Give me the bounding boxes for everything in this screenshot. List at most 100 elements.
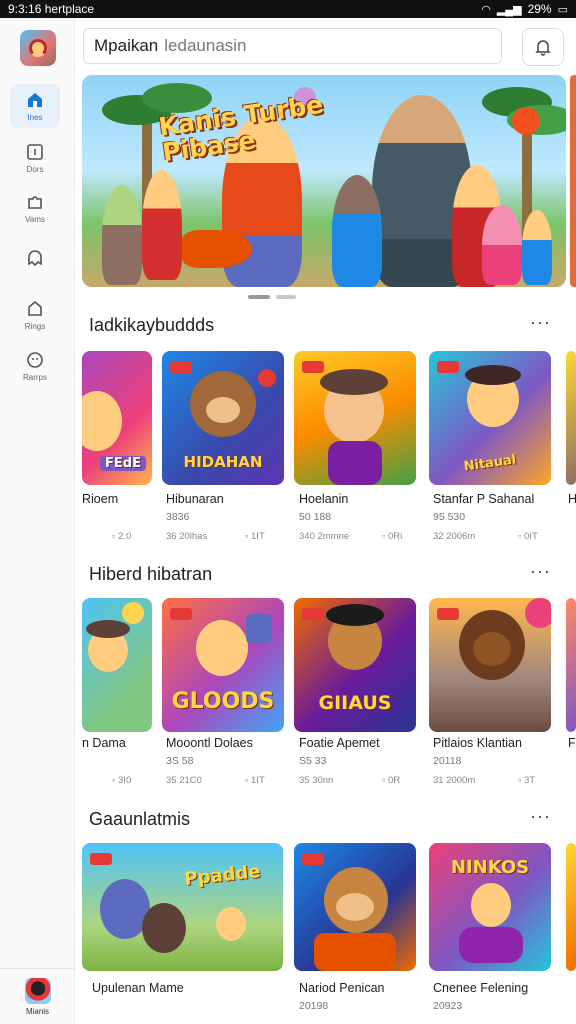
sidebar-item-rings[interactable]: Rings [10, 293, 60, 337]
card-label: GLOODS [171, 689, 275, 714]
game-meta-text: 3I0 [118, 775, 132, 786]
search-query: Mpaikan [94, 36, 159, 55]
bag-icon [28, 300, 42, 316]
game-card[interactable] [566, 843, 576, 971]
game-meta: ▫ 0IT [518, 531, 538, 542]
carousel-dot[interactable] [276, 295, 296, 299]
profile-label: Mianis [25, 1006, 50, 1016]
game-card[interactable] [294, 843, 416, 971]
app-logo[interactable] [20, 30, 56, 66]
game-card[interactable]: GLOODS [162, 598, 284, 732]
sidebar-item-label: Rarrps [22, 373, 47, 382]
game-title: Rioem [82, 492, 119, 506]
card-label: NINKOS [450, 857, 530, 878]
game-card[interactable]: FEdE [82, 351, 152, 485]
wifi-icon: ◠ [481, 3, 491, 16]
game-meta-text: 1IT [251, 775, 265, 786]
sidebar-item-dors[interactable]: Dors [10, 136, 60, 180]
section-title: Hiberd hibatran [89, 564, 213, 584]
game-subtitle: 95 530 [433, 511, 466, 523]
game-subtitle: 3836 [166, 511, 190, 523]
bell-icon [535, 40, 551, 56]
card-label: Nitaual [462, 452, 518, 475]
game-meta-text: 0Ri [388, 531, 403, 542]
hero-next-preview[interactable] [570, 75, 576, 287]
game-title: Cnenee Felening [433, 981, 529, 995]
game-meta: 36 20lhas [166, 531, 208, 542]
game-subtitle: 20118 [433, 755, 462, 767]
more-options-button[interactable]: ··· [530, 806, 551, 827]
game-card[interactable]: HIDAHAN [162, 351, 284, 485]
sidebar-item-ghost[interactable] [10, 236, 60, 280]
game-meta-text: 0IT [524, 531, 538, 542]
game-meta-text: 0R [388, 775, 401, 786]
game-title: Foatie Apemet [299, 736, 380, 750]
game-title: Mooontl Dolaes [166, 736, 253, 750]
puzzle-icon [28, 196, 42, 209]
game-meta-text: 3T [524, 775, 536, 786]
section-title: Iadkikaybuddds [89, 315, 215, 335]
sidebar-item-home[interactable]: Ines [10, 84, 60, 128]
battery-icon: ▭ [557, 3, 568, 16]
game-card[interactable]: Nitaual [429, 351, 551, 485]
section-title: Gaaunlatmis [89, 809, 191, 829]
game-meta: ▫ 1IT [245, 775, 265, 786]
game-card[interactable]: GIIAUS [294, 598, 416, 732]
notifications-button[interactable] [522, 28, 564, 66]
status-bar: 9:3:16 hertplace ◠ ▂▄▆ 29% ▭ [0, 0, 576, 18]
game-card[interactable] [294, 351, 416, 485]
game-title: H [568, 492, 576, 506]
signal-icon: ▂▄▆ [496, 3, 522, 16]
game-meta: ▫ 2.0 [112, 531, 131, 542]
game-title: Pitlaios Klantian [433, 736, 522, 750]
game-subtitle: 20198 [299, 1000, 329, 1012]
sidebar-item-vams[interactable]: Vams [10, 186, 60, 230]
status-carrier: hertplace [44, 2, 95, 16]
search-input[interactable]: Mpaikan ledaunasin [83, 28, 502, 64]
sidebar-item-label: Vams [25, 215, 45, 224]
game-card[interactable] [82, 598, 152, 732]
game-meta: ▫ 3T [518, 775, 535, 786]
game-title: Hibunaran [166, 492, 224, 506]
home-icon [28, 93, 42, 107]
sidebar: Ines Dors Vams Rings Rarrps Mianis [0, 18, 75, 1024]
ghost-icon [28, 250, 42, 267]
avatar [24, 977, 51, 1004]
game-title: Stanfar P Sahanal [433, 492, 535, 506]
game-meta: 32 2006m [433, 531, 476, 542]
hero-banner[interactable]: Kanis Turbe Pibase [82, 75, 566, 287]
card-label: Ppadde [183, 861, 262, 890]
game-meta: 31 2000m [433, 775, 476, 786]
profile-button[interactable]: Mianis [0, 968, 75, 1024]
game-meta: ▫ 0Ri [382, 531, 402, 542]
more-options-button[interactable]: ··· [530, 312, 551, 333]
tablet-icon [27, 144, 43, 160]
game-meta: 35 21C0 [166, 775, 202, 786]
carousel-dot[interactable] [248, 295, 270, 299]
game-subtitle: S5 33 [299, 755, 327, 767]
card-label: FEdE [100, 456, 146, 471]
game-title: Hoelanin [299, 492, 349, 506]
game-card[interactable]: NINKOS [429, 843, 551, 971]
card-label: HIDAHAN [183, 453, 263, 471]
game-card[interactable]: Ppadde [82, 843, 283, 971]
search-placeholder: ledaunasin [164, 36, 247, 55]
game-subtitle: 3S 58 [166, 755, 194, 767]
carousel-indicator[interactable] [248, 295, 296, 299]
more-options-button[interactable]: ··· [530, 561, 551, 582]
card-label: GIIAUS [318, 692, 392, 714]
sidebar-item-label: Rings [24, 322, 46, 331]
game-card[interactable] [566, 598, 576, 732]
game-meta-text: 2.0 [118, 531, 132, 542]
game-card[interactable] [566, 351, 576, 485]
sidebar-item-label: Ines [27, 113, 43, 122]
game-meta-text: 1IT [251, 531, 265, 542]
gamepad-icon [27, 352, 43, 368]
game-subtitle: 50 188 [299, 511, 332, 523]
game-meta: ▫ 3I0 [112, 775, 131, 786]
game-meta: ▫ 0R [382, 775, 400, 786]
game-title: Nariod Penican [299, 981, 385, 995]
battery-level: 29% [527, 2, 552, 16]
sidebar-item-rarrps[interactable]: Rarrps [10, 344, 60, 388]
game-card[interactable] [429, 598, 551, 732]
